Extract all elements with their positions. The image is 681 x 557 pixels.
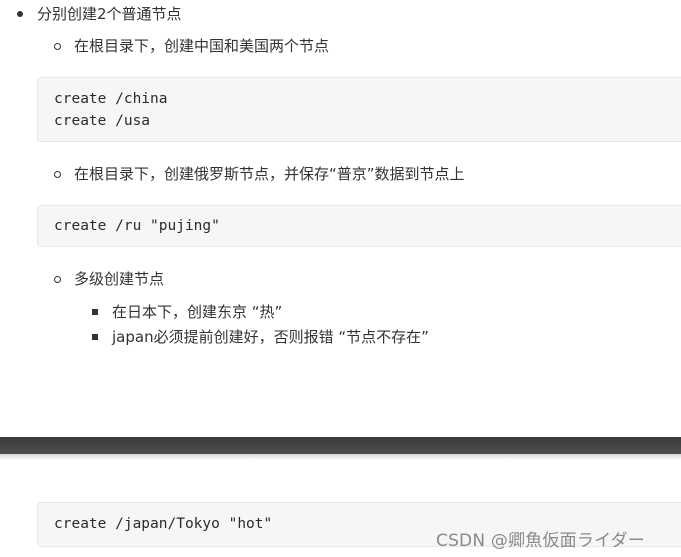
code-line: create /japan/Tokyo "hot" [54, 516, 273, 532]
code-line: create /china [54, 91, 168, 107]
bullet-disc [17, 11, 23, 17]
code-block-2: create /ru "pujing" [37, 205, 681, 247]
bullet-circle [54, 171, 61, 178]
code-line: create /usa [54, 113, 151, 129]
list-item-create-nodes: 分别创建2个普通节点 [37, 5, 182, 23]
bullet-circle [54, 276, 61, 283]
sublist-item-russia: 在根目录下，创建俄罗斯节点，并保存“普京”数据到节点上 [74, 165, 465, 183]
bullet-square [92, 309, 98, 315]
sublist-item-multilevel: 多级创建节点 [74, 270, 165, 288]
bullet-square [92, 334, 98, 340]
subsublist-item-japan-required: japan必须提前创建好，否则报错 “节点不存在” [112, 328, 429, 346]
code-line: create /ru "pujing" [54, 218, 220, 234]
csdn-watermark: CSDN @卿魚仮面ライダー [436, 531, 645, 551]
subsublist-item-tokyo: 在日本下，创建东京 “热” [112, 303, 283, 321]
sublist-item-china-usa: 在根目录下，创建中国和美国两个节点 [74, 37, 330, 55]
bullet-circle [54, 43, 61, 50]
code-block-1: create /china create /usa [37, 77, 681, 142]
page-separator-shadow [0, 454, 681, 460]
page-separator [0, 437, 681, 454]
